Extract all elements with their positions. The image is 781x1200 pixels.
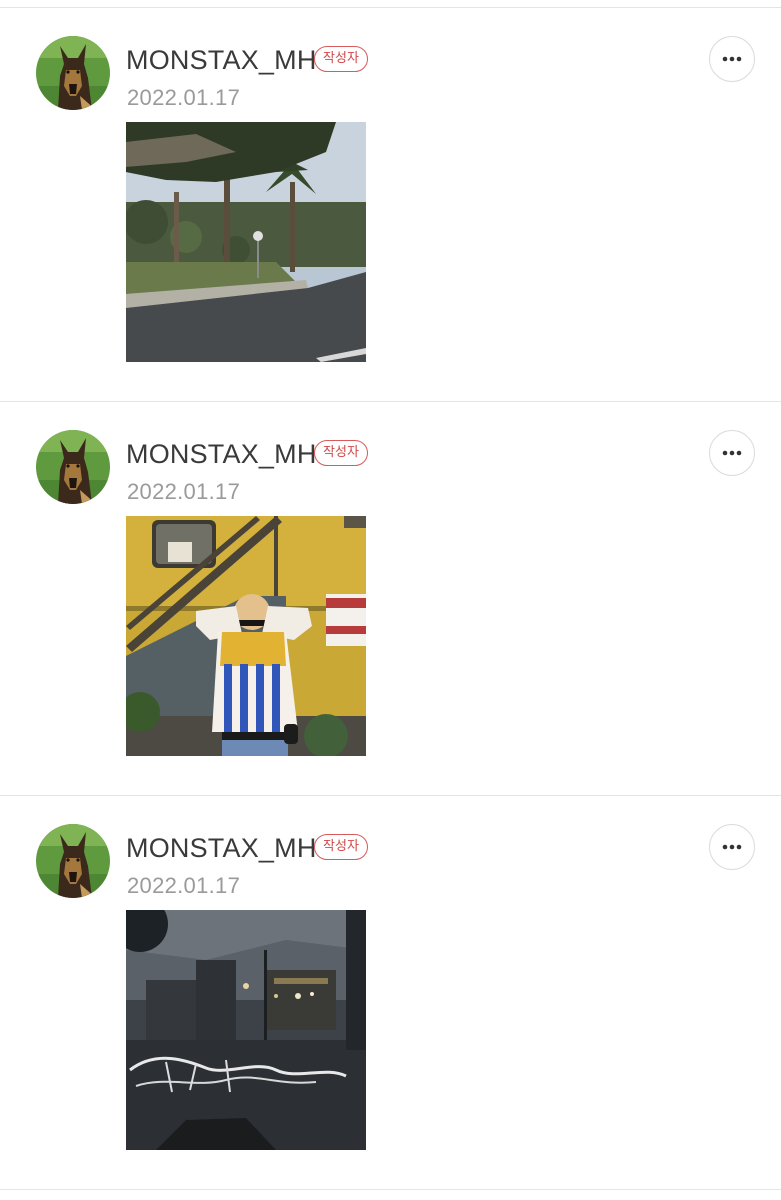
more-options-button[interactable] bbox=[709, 430, 755, 476]
post-date: 2022.01.17 bbox=[127, 85, 241, 110]
author-badge: 작성자 bbox=[314, 834, 368, 860]
dog-avatar-icon bbox=[36, 430, 110, 504]
more-options-button[interactable] bbox=[709, 36, 755, 82]
username[interactable]: MONSTAX_MH bbox=[126, 43, 317, 77]
night-window-reflection-photo-icon bbox=[126, 910, 366, 1150]
post-item: MONSTAX_MH 작성자 2022.01.17 bbox=[0, 8, 781, 402]
ellipsis-icon bbox=[722, 844, 742, 850]
ellipsis-icon bbox=[722, 56, 742, 62]
avatar[interactable] bbox=[36, 824, 110, 898]
username[interactable]: MONSTAX_MH bbox=[126, 437, 317, 471]
post-photo[interactable] bbox=[126, 122, 366, 362]
comment-feed: MONSTAX_MH 작성자 2022.01.17 MONSTAX_MH 작성자… bbox=[0, 0, 781, 1200]
avatar[interactable] bbox=[36, 430, 110, 504]
post-photo[interactable] bbox=[126, 516, 366, 756]
dog-avatar-icon bbox=[36, 824, 110, 898]
post-item: MONSTAX_MH 작성자 2022.01.17 bbox=[0, 402, 781, 796]
divider bbox=[0, 1189, 781, 1190]
ellipsis-icon bbox=[722, 450, 742, 456]
person-yellow-trailer-photo-icon bbox=[126, 516, 366, 756]
author-badge: 작성자 bbox=[314, 46, 368, 72]
post-item: MONSTAX_MH 작성자 2022.01.17 bbox=[0, 796, 781, 1190]
post-photo[interactable] bbox=[126, 910, 366, 1150]
post-date: 2022.01.17 bbox=[127, 873, 241, 898]
username[interactable]: MONSTAX_MH bbox=[126, 831, 317, 865]
street-palm-trees-photo-icon bbox=[126, 122, 366, 362]
post-date: 2022.01.17 bbox=[127, 479, 241, 504]
dog-avatar-icon bbox=[36, 36, 110, 110]
more-options-button[interactable] bbox=[709, 824, 755, 870]
avatar[interactable] bbox=[36, 36, 110, 110]
author-badge: 작성자 bbox=[314, 440, 368, 466]
